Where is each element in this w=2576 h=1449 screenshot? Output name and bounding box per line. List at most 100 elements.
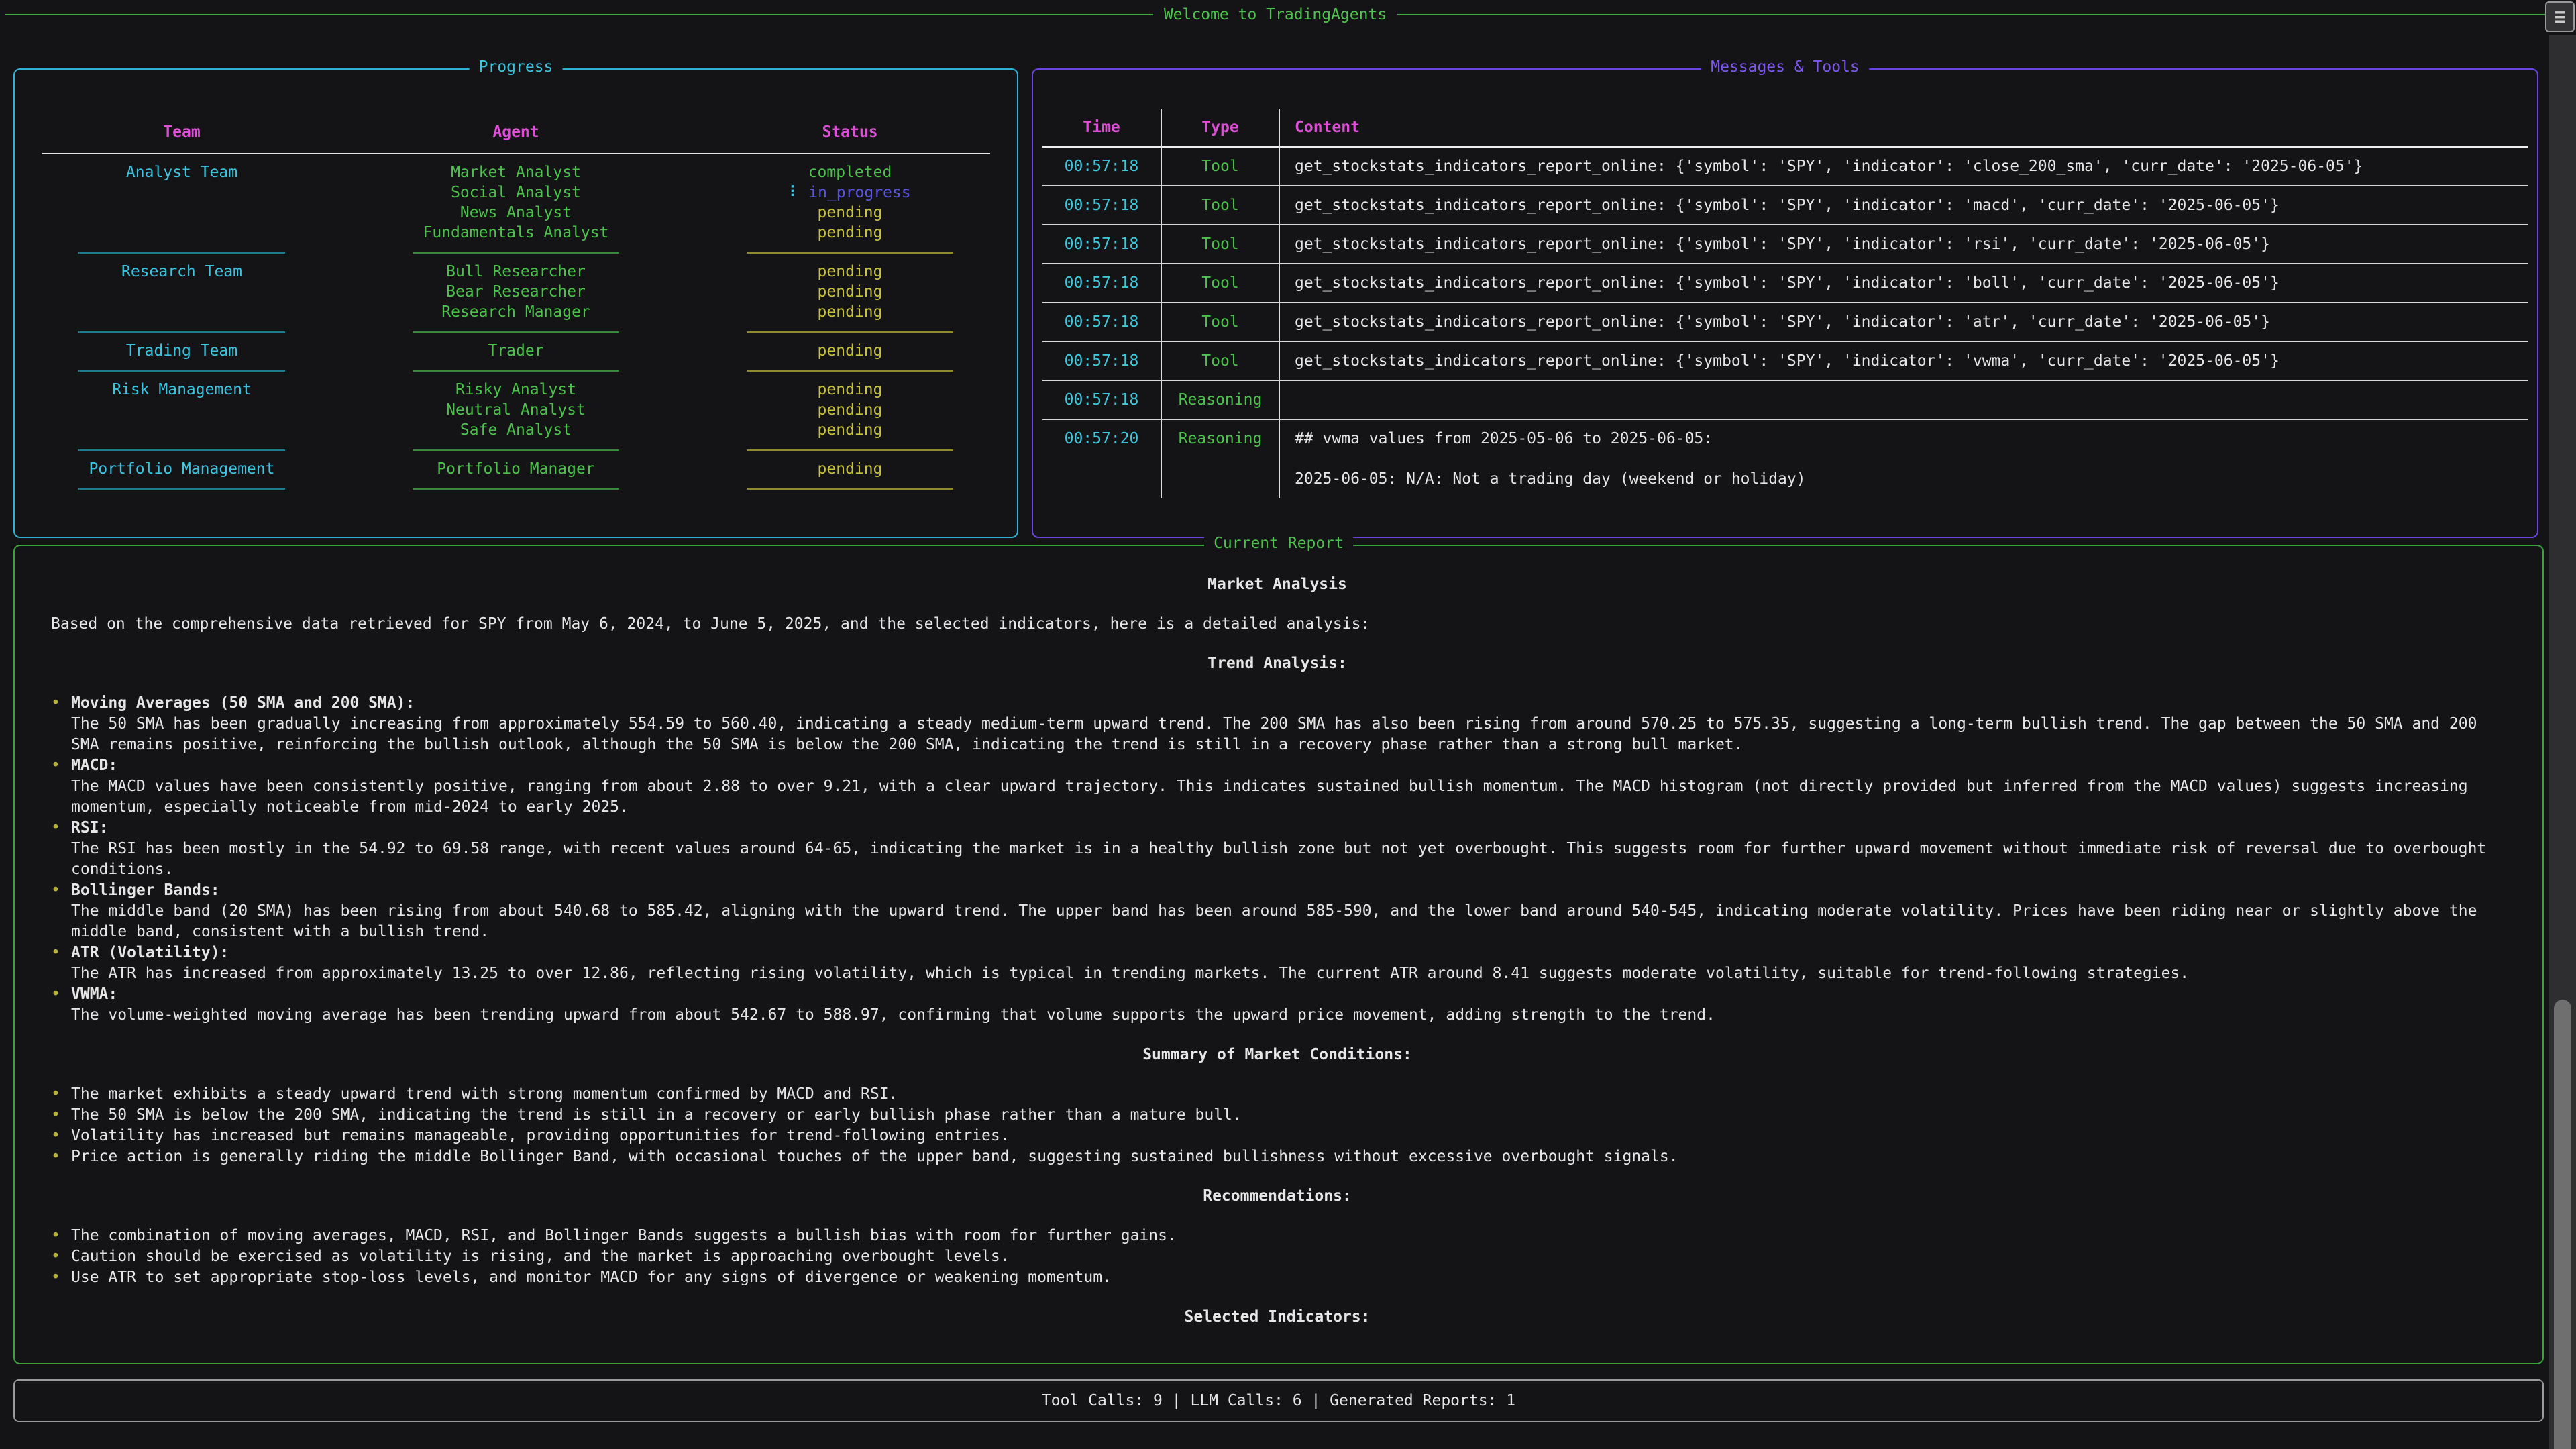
bullet-body: The 50 SMA is below the 200 SMA, indicat… [71,1105,2504,1126]
rule-line-right [1397,14,2545,15]
message-type: Tool [1162,342,1280,381]
agent-status: pending [683,420,1017,440]
bullet-icon: • [51,755,60,776]
bullet-text: The market exhibits a steady upward tren… [71,1084,2504,1105]
report-body: Market Analysis Based on the comprehensi… [15,546,2542,1328]
status-cell: completed⠇in_progresspendingpending [683,162,1017,243]
agent-status: pending [683,380,1017,400]
bullet-body: Price action is generally riding the mid… [71,1146,2504,1167]
progress-header-row: TeamAgentStatus [15,122,1017,142]
progress-panel-title: Progress [470,58,563,76]
progress-group-separator [15,252,1017,254]
messages-column-header-time: Time [1042,109,1162,148]
status-text: pending [818,283,883,301]
status-bar: Tool Calls: 9 | LLM Calls: 6 | Generated… [13,1379,2544,1422]
bullet-body: The 50 SMA has been gradually increasing… [71,714,2504,755]
rule-line-left [5,14,1153,15]
bullet-icon: • [51,818,60,839]
bullet-body: The MACD values have been consistently p… [71,776,2504,818]
separator-status [747,488,954,490]
bullet-icon: • [51,943,60,963]
agent-name: Research Manager [349,302,683,322]
agent-name: Market Analyst [349,162,683,182]
report-bullet-list: • The market exhibits a steady upward tre… [51,1084,2504,1167]
agent-status: ⠇in_progress [683,182,1017,203]
message-time: 00:57:18 [1042,342,1162,381]
report-bullet-item: • RSI:The RSI has been mostly in the 54.9… [51,818,2504,880]
bullet-text: RSI:The RSI has been mostly in the 54.92… [71,818,2504,880]
separator-status [747,370,954,372]
bullet-body: The market exhibits a steady upward tren… [71,1084,2504,1105]
bullet-text: VWMA:The volume-weighted moving average … [71,984,2504,1026]
separator-agent [413,331,620,333]
progress-column-header-team: Team [15,122,349,142]
agent-status: pending [683,262,1017,282]
agent-name: Risky Analyst [349,380,683,400]
progress-group-row: Trading TeamTraderpending [15,341,1017,361]
team-cell: Trading Team [15,341,349,361]
team-cell: Research Team [15,262,349,322]
message-content: get_stockstats_indicators_report_online:… [1280,342,2528,381]
status-text: pending [818,303,883,321]
bullet-text: Price action is generally riding the mid… [71,1146,2504,1167]
messages-column-header-type: Type [1162,109,1280,148]
message-time: 00:57:18 [1042,186,1162,225]
bullet-icon: • [51,984,60,1005]
bullet-text: Use ATR to set appropriate stop-loss lev… [71,1267,2504,1288]
hamburger-glyph: ≡ [2554,5,2566,29]
message-type: Tool [1162,148,1280,186]
team-cell: Risk Management [15,380,349,440]
status-text: pending [818,421,883,439]
welcome-title: Welcome to TradingAgents [1164,6,1387,23]
team-cell: Portfolio Management [15,459,349,479]
separator-team [78,449,286,451]
report-bullet-list: •Moving Averages (50 SMA and 200 SMA):Th… [51,693,2504,1026]
agent-name: Social Analyst [349,182,683,203]
agent-cell: Bull ResearcherBear ResearcherResearch M… [349,262,683,322]
bullet-icon: • [51,1105,60,1126]
team-name: Portfolio Management [15,459,349,479]
bullet-icon: • [51,693,60,714]
messages-tools-panel-title: Messages & Tools [1701,58,1869,76]
bullet-text: Bollinger Bands:The middle band (20 SMA)… [71,880,2504,943]
agent-name: Portfolio Manager [349,459,683,479]
separator-team [78,488,286,490]
report-bullet-item: • Moving Averages (50 SMA and 200 SMA):Th… [51,693,2504,755]
scrollbar-thumb[interactable] [2554,1000,2571,1449]
report-bullet-item: •ATR (Volatility):The ATR has increased … [51,943,2504,984]
bullet-label: Moving Averages (50 SMA and 200 SMA): [71,693,2504,714]
message-content: get_stockstats_indicators_report_online:… [1280,264,2528,303]
separator-team [78,252,286,254]
bullet-text: Caution should be exercised as volatilit… [71,1246,2504,1267]
report-intro: Based on the comprehensive data retrieve… [51,614,2504,635]
separator-agent [413,449,620,451]
agent-status: pending [683,400,1017,420]
bullet-icon: • [51,1146,60,1167]
status-cell: pendingpendingpending [683,380,1017,440]
separator-team [78,331,286,333]
menu-icon[interactable]: ≡ [2545,1,2575,32]
messages-column-header-content: Content [1280,109,2528,148]
bullet-body: Caution should be exercised as volatilit… [71,1246,2504,1267]
agent-status: pending [683,282,1017,302]
progress-group-row: Analyst TeamMarket AnalystSocial Analyst… [15,162,1017,243]
scrollbar-track[interactable] [2549,35,2576,1449]
report-section-heading: Selected Indicators: [51,1307,2504,1328]
status-cell: pending [683,459,1017,479]
messages-table: TimeTypeContent00:57:18Toolget_stockstat… [1042,109,2528,498]
message-type: Reasoning [1162,420,1280,498]
report-bullet-item: •The market exhibits a steady upward tre… [51,1084,2504,1105]
message-time: 00:57:18 [1042,148,1162,186]
bullet-label: Bollinger Bands: [71,880,2504,901]
bullet-body: The combination of moving averages, MACD… [71,1226,2504,1246]
message-time: 00:57:18 [1042,381,1162,420]
bullet-icon: • [51,1126,60,1146]
agent-cell: Market AnalystSocial AnalystNews Analyst… [349,162,683,243]
status-cell: pendingpendingpending [683,262,1017,322]
separator-agent [413,252,620,254]
report-bullet-item: •MACD:The MACD values have been consiste… [51,755,2504,818]
report-bullet-item: •The combination of moving averages, MAC… [51,1226,2504,1246]
progress-group-row: Research TeamBull ResearcherBear Researc… [15,262,1017,322]
separator-status [747,449,954,451]
progress-column-header-status: Status [683,122,1017,142]
